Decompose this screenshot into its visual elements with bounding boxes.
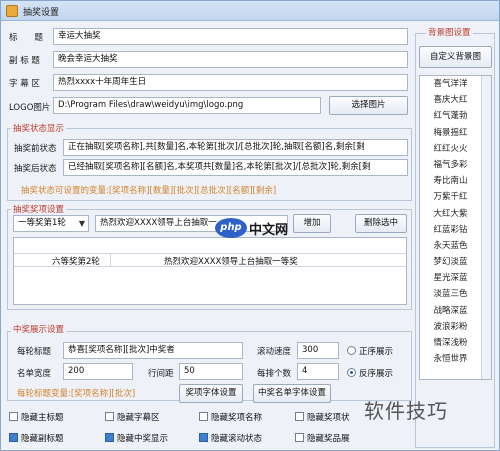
background-list[interactable]: 喜气洋洋 喜庆大红 红气蓬勃 梅景摇红 红红火火 福气多彩 寿比南山 万紫千红 大红大紫 红蓝彩钻…: [419, 75, 492, 380]
before-status-input[interactable]: 正在抽取[奖项名称],共[数量]名,本轮第[批次]/[总批次]轮,抽取[名额]名…: [63, 139, 408, 156]
table-cell-round: 六等奖第2轮: [52, 257, 100, 267]
checkbox-box: [9, 433, 18, 442]
hide-subtitle-checkbox[interactable]: 隐藏副标题: [9, 432, 64, 444]
table-divider: [110, 253, 111, 267]
order-asc-radio[interactable]: 正序展示: [347, 345, 393, 357]
after-status-input[interactable]: 已经抽取[奖项名称][名额]名,本奖项共[数量]名,本轮第[批次]/[总批次]轮…: [63, 159, 408, 176]
hide-prize-status-checkbox[interactable]: 隐藏奖项状: [295, 411, 350, 423]
prize-font-button[interactable]: 奖项字体设置: [179, 384, 243, 403]
row-spacing-label: 行间距: [148, 369, 174, 379]
custom-background-button[interactable]: 自定义背景图: [419, 46, 492, 68]
caption-label: 字 幕 区: [9, 79, 40, 89]
checkbox-label: 隐藏中奖显示: [117, 434, 169, 444]
checkbox-label: 隐藏奖品展: [307, 434, 350, 444]
add-button[interactable]: 增加: [293, 214, 331, 233]
scrollbar[interactable]: [481, 76, 491, 379]
background-list-item[interactable]: 寿比南山: [420, 173, 481, 189]
window-title: 抽奖设置: [23, 8, 60, 18]
background-list-item[interactable]: 淡蓝三色: [420, 286, 481, 302]
background-list-item[interactable]: 永天蓝色: [420, 238, 481, 254]
table-cell-text: 热烈欢迎XXXX领导上台抽取一等奖: [164, 257, 298, 267]
caption-input[interactable]: 热烈xxxx十年周年生日: [53, 74, 408, 91]
per-row-input[interactable]: 4: [297, 363, 339, 380]
winner-font-button[interactable]: 中奖名单字体设置: [253, 384, 331, 403]
checkbox-label: 隐藏奖项名称: [211, 413, 263, 423]
order-asc-label: 正序展示: [359, 347, 394, 357]
per-row-label: 每排个数: [257, 369, 292, 379]
app-icon: [6, 5, 18, 17]
site-watermark: 中文网: [249, 223, 289, 238]
scroll-speed-label: 滚动速度: [257, 347, 292, 357]
background-list-item[interactable]: 喜庆大红: [420, 92, 481, 108]
subtitle-input[interactable]: 晚会幸运大抽奖: [53, 51, 408, 68]
background-list-item[interactable]: 星光深蓝: [420, 270, 481, 286]
background-list-item[interactable]: 战略深蓝: [420, 303, 481, 319]
radio-dot: [347, 346, 356, 355]
prize-round-value: 一等奖第1轮: [18, 218, 66, 228]
hide-main-title-checkbox[interactable]: 隐藏主标题: [9, 411, 64, 423]
background-list-item[interactable]: 情深浅粉: [420, 335, 481, 351]
checkbox-label: 隐藏滚动状态: [211, 434, 263, 444]
hide-prize-name-checkbox[interactable]: 隐藏奖项名称: [199, 411, 262, 423]
bottom-watermark: 软件技巧: [364, 399, 448, 423]
subtitle-label: 副 标 题: [9, 56, 40, 66]
checkbox-box: [199, 412, 208, 421]
title-input[interactable]: 幸运大抽奖: [53, 28, 408, 45]
prize-round-select[interactable]: 一等奖第1轮 ▼: [13, 215, 89, 232]
name-width-input[interactable]: 200: [63, 363, 133, 380]
background-list-item[interactable]: 万紫千红: [420, 189, 481, 205]
checkbox-label: 隐藏主标题: [21, 413, 64, 423]
hide-caption-checkbox[interactable]: 隐藏字幕区: [105, 411, 160, 423]
background-list-item[interactable]: 梦幻淡蓝: [420, 254, 481, 270]
background-title: 背景图设置: [426, 26, 473, 38]
name-width-label: 名单宽度: [17, 369, 52, 379]
background-list-item[interactable]: 喜气洋洋: [420, 76, 481, 92]
per-round-hint: 每轮标题变量:[奖项名称][批次]: [17, 389, 136, 399]
order-desc-radio[interactable]: 反序展示: [347, 367, 393, 379]
background-list-item[interactable]: 福气多彩: [420, 157, 481, 173]
radio-dot-selected: [347, 368, 356, 377]
before-status-label: 抽奖前状态: [14, 144, 57, 154]
table-row[interactable]: 六等奖第2轮 热烈欢迎XXXX领导上台抽取一等奖: [14, 253, 406, 267]
logo-label: LOGO图片: [9, 103, 51, 113]
winner-display-title: 中奖展示设置: [11, 323, 67, 335]
scroll-speed-input[interactable]: 300: [297, 342, 339, 359]
background-list-item[interactable]: 红蓝彩钻: [420, 222, 481, 238]
settings-window: 抽奖设置 标 题 幸运大抽奖 副 标 题 晚会幸运大抽奖 字 幕 区 热烈xxx…: [0, 0, 500, 451]
background-list-item[interactable]: 红红火火: [420, 141, 481, 157]
order-desc-label: 反序展示: [359, 369, 394, 379]
per-round-label: 每轮标题: [17, 347, 52, 357]
checkbox-label: 隐藏副标题: [21, 434, 64, 444]
row-spacing-input[interactable]: 50: [179, 363, 243, 380]
checkbox-box: [105, 412, 114, 421]
logo-path-input[interactable]: D:\Program Files\draw\weidyu\img\logo.pn…: [53, 97, 321, 114]
checkbox-label: 隐藏字幕区: [117, 413, 160, 423]
background-list-item[interactable]: 永恒世界: [420, 351, 481, 367]
prize-table[interactable]: 六等奖第2轮 热烈欢迎XXXX领导上台抽取一等奖: [13, 237, 407, 305]
background-list-item[interactable]: 波浪彩粉: [420, 319, 481, 335]
title-bar[interactable]: 抽奖设置: [1, 1, 499, 21]
checkbox-label: 隐藏奖项状: [307, 413, 350, 423]
php-logo-watermark: php: [215, 218, 247, 238]
hide-prize-showcase-checkbox[interactable]: 隐藏奖品展: [295, 432, 350, 444]
prize-setting-title: 抽奖奖项设置: [11, 203, 67, 215]
title-label: 标 题: [9, 33, 44, 43]
per-round-input[interactable]: 恭喜[奖项名称][批次]中奖者: [63, 342, 243, 359]
chevron-down-icon: ▼: [78, 219, 85, 228]
after-status-label: 抽奖后状态: [14, 164, 57, 174]
checkbox-box: [295, 412, 304, 421]
hide-winner-display-checkbox[interactable]: 隐藏中奖显示: [105, 432, 168, 444]
draw-status-title: 抽奖状态显示: [11, 122, 67, 134]
choose-image-button[interactable]: 选择图片: [329, 96, 408, 115]
checkbox-box: [9, 412, 18, 421]
checkbox-box: [105, 433, 114, 442]
checkbox-box: [199, 433, 208, 442]
background-list-item[interactable]: 梅景摇红: [420, 125, 481, 141]
background-list-item[interactable]: 红气蓬勃: [420, 108, 481, 124]
hide-scroll-status-checkbox[interactable]: 隐藏滚动状态: [199, 432, 262, 444]
background-list-item[interactable]: 大红大紫: [420, 206, 481, 222]
checkbox-box: [295, 433, 304, 442]
draw-status-hint: 抽奖状态可设置的变量:[奖项名称][数量][批次][总批次][名额][剩余]: [21, 186, 277, 196]
delete-selected-button[interactable]: 删除选中: [355, 214, 407, 233]
